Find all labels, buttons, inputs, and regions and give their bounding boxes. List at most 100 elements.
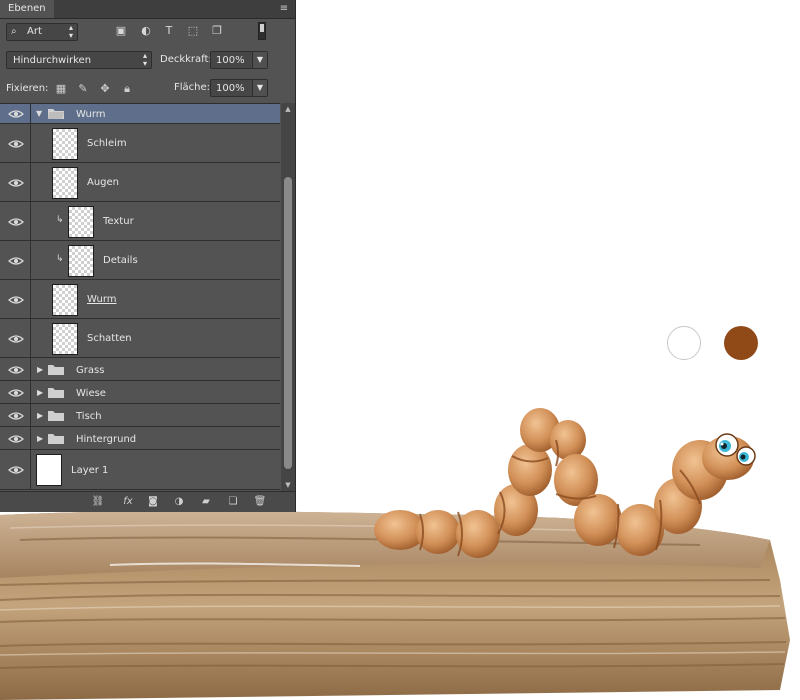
disclosure-collapsed-icon[interactable]: ▶ <box>37 389 43 397</box>
layer-name: Tisch <box>76 411 102 422</box>
layer-list: ▼ Wurm Schleim Augen ↳ Textur ↳ Details … <box>0 103 280 492</box>
layer-name: Wiese <box>76 388 106 399</box>
fill-value: 100% <box>216 83 245 94</box>
opacity-label: Deckkraft: <box>160 54 212 65</box>
folder-icon <box>48 411 64 421</box>
new-layer-icon[interactable]: ❏ <box>226 495 240 509</box>
layer-name: Schleim <box>87 138 127 149</box>
new-group-folder-icon[interactable]: ▰ <box>199 495 213 509</box>
filter-value: Art <box>27 26 42 37</box>
panel-menu-icon[interactable]: ≡ <box>277 3 291 15</box>
layer-name: Schatten <box>87 333 132 344</box>
disclosure-expanded-icon[interactable]: ▼ <box>36 110 42 118</box>
layer-name: Layer 1 <box>71 465 109 476</box>
layer-row-schleim[interactable]: Schleim <box>0 124 280 163</box>
layer-row-augen[interactable]: Augen <box>0 163 280 202</box>
layers-bottom-toolbar: ⛓︎ fx ◙ ◑ ▰ ❏ 🗑︎ <box>0 491 295 512</box>
updown-arrows-icon: ▴ ▾ <box>142 51 147 68</box>
layer-row-schatten[interactable]: Schatten <box>0 319 280 358</box>
layer-name: Augen <box>87 177 120 188</box>
fill-field[interactable]: 100% ▼ <box>210 79 268 97</box>
layer-row-layer-1[interactable]: Layer 1 <box>0 450 280 490</box>
layer-row-wurm-group[interactable]: ▼ Wurm <box>0 104 280 124</box>
lock-transparency-icon[interactable]: ▦ <box>54 82 68 96</box>
visibility-eye-icon[interactable] <box>8 178 24 188</box>
layer-row-wurm[interactable]: Wurm <box>0 280 280 319</box>
trash-icon[interactable]: 🗑︎ <box>253 495 267 509</box>
chevron-down-icon[interactable]: ▼ <box>252 52 267 68</box>
blend-mode-value: Hindurchwirken <box>13 55 92 66</box>
layer-thumbnail <box>52 284 78 316</box>
visibility-eye-icon[interactable] <box>8 411 24 421</box>
layer-thumbnail <box>36 454 62 486</box>
layer-effects-fx-button[interactable]: fx <box>118 495 138 509</box>
brown-color-swatch <box>724 326 758 360</box>
tab-layers[interactable]: Ebenen <box>0 0 54 18</box>
scroll-down-arrow-icon[interactable]: ▼ <box>281 479 295 491</box>
layer-thumbnail <box>52 128 78 160</box>
layer-name: Grass <box>76 365 105 376</box>
type-filter-icon[interactable]: T <box>162 24 176 38</box>
chevron-down-icon[interactable]: ▼ <box>252 80 267 96</box>
layers-panel: Ebenen ≡ ⌕ Art ▴ ▾ ▣ ◐ T ⬚ ❐ Hindurchwirk… <box>0 0 296 512</box>
disclosure-collapsed-icon[interactable]: ▶ <box>37 366 43 374</box>
clipping-mask-arrow-icon: ↳ <box>56 215 64 225</box>
layer-thumbnail <box>52 167 78 199</box>
image-filter-icon[interactable]: ▣ <box>114 24 128 38</box>
layer-row-hintergrund-group[interactable]: ▶ Hintergrund <box>0 427 280 450</box>
blend-mode-select[interactable]: Hindurchwirken ▴ ▾ <box>6 51 152 69</box>
visibility-eye-icon[interactable] <box>8 334 24 344</box>
visibility-eye-icon[interactable] <box>8 465 24 475</box>
visibility-eye-icon[interactable] <box>8 139 24 149</box>
updown-arrows-icon: ▴ ▾ <box>68 23 73 40</box>
lock-all-padlock-icon[interactable]: 🔒︎ <box>120 82 134 96</box>
fill-label: Fläche: <box>174 82 211 93</box>
visibility-eye-icon[interactable] <box>8 388 24 398</box>
link-layers-icon[interactable]: ⛓︎ <box>91 495 105 509</box>
layer-thumbnail <box>52 323 78 355</box>
visibility-eye-icon[interactable] <box>8 365 24 375</box>
folder-icon <box>48 388 64 398</box>
scroll-up-arrow-icon[interactable]: ▲ <box>281 103 295 115</box>
layer-list-scrollbar[interactable]: ▲ ▼ <box>281 103 295 491</box>
lock-label: Fixieren: <box>6 83 49 94</box>
visibility-eye-icon[interactable] <box>8 256 24 266</box>
white-color-swatch <box>667 326 701 360</box>
add-mask-icon[interactable]: ◙ <box>146 495 160 509</box>
disclosure-collapsed-icon[interactable]: ▶ <box>37 435 43 443</box>
opacity-field[interactable]: 100% ▼ <box>210 51 268 69</box>
layer-name: Wurm <box>76 109 106 120</box>
layer-name: Hintergrund <box>76 434 137 445</box>
layer-row-wiese-group[interactable]: ▶ Wiese <box>0 381 280 404</box>
folder-icon <box>48 434 64 444</box>
layer-row-tisch-group[interactable]: ▶ Tisch <box>0 404 280 427</box>
layer-row-grass-group[interactable]: ▶ Grass <box>0 358 280 381</box>
opacity-value: 100% <box>216 55 245 66</box>
scrollbar-thumb[interactable] <box>284 177 292 469</box>
layer-row-details[interactable]: ↳ Details <box>0 241 280 280</box>
folder-open-icon <box>48 109 64 119</box>
layer-name: Textur <box>103 216 134 227</box>
layer-name: Wurm <box>87 294 117 305</box>
lock-position-move-icon[interactable]: ✥ <box>98 82 112 96</box>
adjustment-filter-icon[interactable]: ◐ <box>139 24 153 38</box>
new-adjustment-layer-icon[interactable]: ◑ <box>172 495 186 509</box>
filter-toggle-switch[interactable] <box>258 22 266 40</box>
layer-thumbnail <box>68 245 94 277</box>
visibility-eye-icon[interactable] <box>8 434 24 444</box>
layer-row-textur[interactable]: ↳ Textur <box>0 202 280 241</box>
clipping-mask-arrow-icon: ↳ <box>56 254 64 264</box>
lock-paint-brush-icon[interactable]: ✎ <box>76 82 90 96</box>
disclosure-collapsed-icon[interactable]: ▶ <box>37 412 43 420</box>
layer-filter-select[interactable]: ⌕ Art ▴ ▾ <box>6 23 78 41</box>
layer-name: Details <box>103 255 138 266</box>
visibility-eye-icon[interactable] <box>8 295 24 305</box>
visibility-eye-icon[interactable] <box>8 217 24 227</box>
visibility-eye-icon[interactable] <box>8 109 24 119</box>
search-icon: ⌕ <box>11 26 17 37</box>
panel-tab-bar: Ebenen ≡ <box>0 0 295 19</box>
smart-object-filter-icon[interactable]: ❐ <box>210 24 224 38</box>
folder-icon <box>48 365 64 375</box>
layer-thumbnail <box>68 206 94 238</box>
shape-filter-icon[interactable]: ⬚ <box>186 24 200 38</box>
